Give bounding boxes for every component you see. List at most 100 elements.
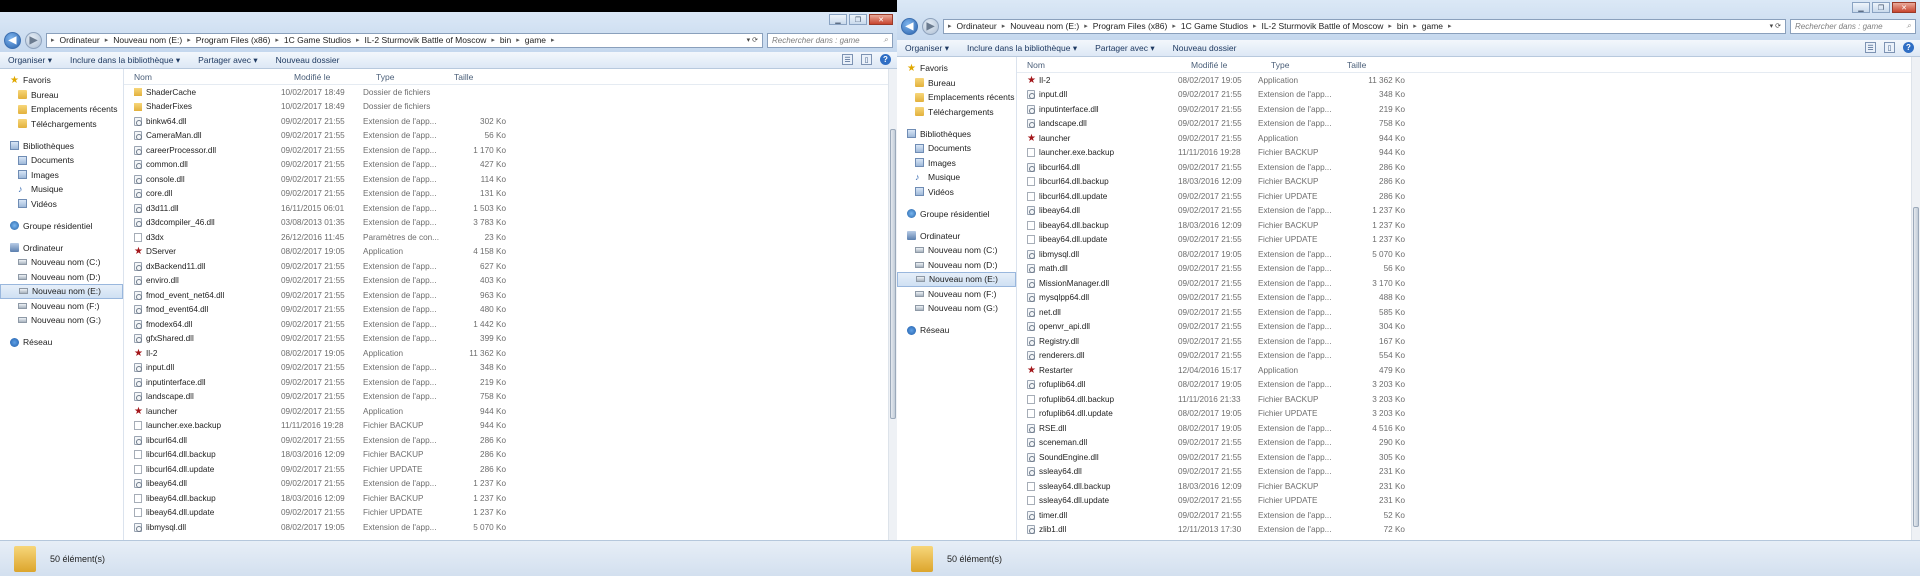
column-name[interactable]: Nom — [124, 72, 288, 82]
breadcrumb-drive[interactable]: Nouveau nom (E:) — [1010, 21, 1079, 31]
help-icon[interactable]: ? — [880, 54, 891, 65]
file-row[interactable]: inputinterface.dll 09/02/2017 21:55 Extens… — [124, 375, 897, 390]
back-button[interactable]: ◀ — [901, 17, 918, 35]
file-row[interactable]: net.dll 09/02/2017 21:55 Extension de l'ap… — [1017, 305, 1920, 320]
file-row[interactable]: libeay64.dll 09/02/2017 21:55 Extension de… — [1017, 204, 1920, 219]
column-date[interactable]: Modifié le — [288, 72, 370, 82]
file-row[interactable]: input.dll 09/02/2017 21:55 Extension de l'… — [124, 361, 897, 376]
file-row[interactable]: SoundEngine.dll 09/02/2017 21:55 Extension… — [1017, 450, 1920, 465]
file-row[interactable]: openvr_api.dll 09/02/2017 21:55 Extension … — [1017, 320, 1920, 335]
file-row[interactable]: libeay64.dll.update 09/02/2017 21:55 Fichi… — [124, 506, 897, 521]
breadcrumb-game[interactable]: game — [525, 35, 546, 45]
chevron-right-icon[interactable]: ▸ — [187, 36, 191, 44]
breadcrumb-game-title[interactable]: IL-2 Sturmovik Battle of Moscow — [1261, 21, 1383, 31]
nav-drive-e[interactable]: Nouveau nom (E:) — [897, 272, 1016, 287]
scrollbar-thumb[interactable] — [890, 129, 896, 419]
forward-button[interactable]: ▶ — [922, 17, 939, 35]
search-input[interactable]: Rechercher dans : game ⌕ — [767, 32, 893, 48]
file-row[interactable]: careerProcessor.dll 09/02/2017 21:55 Exten… — [124, 143, 897, 158]
column-date[interactable]: Modifié le — [1185, 60, 1265, 70]
file-row[interactable]: inputinterface.dll 09/02/2017 21:55 Extens… — [1017, 102, 1920, 117]
nav-drive-f[interactable]: Nouveau nom (F:) — [0, 299, 123, 314]
file-row[interactable]: rofuplib64.dll.backup 11/11/2016 21:33 Fic… — [1017, 392, 1920, 407]
nav-images[interactable]: Images — [0, 168, 123, 183]
search-input[interactable]: Rechercher dans : game ⌕ — [1790, 18, 1916, 34]
chevron-right-icon[interactable]: ▸ — [275, 36, 279, 44]
column-name[interactable]: Nom — [1017, 60, 1185, 70]
nav-documents[interactable]: Documents — [0, 153, 123, 168]
nav-recent[interactable]: Emplacements récents — [897, 90, 1016, 105]
nav-videos[interactable]: Vidéos — [897, 185, 1016, 200]
column-type[interactable]: Type — [370, 72, 448, 82]
file-row[interactable]: CameraMan.dll 09/02/2017 21:55 Extension d… — [124, 129, 897, 144]
file-row[interactable]: libcurl64.dll.backup 18/03/2016 12:09 Fich… — [1017, 175, 1920, 190]
file-row[interactable]: ssleay64.dll.update 09/02/2017 21:55 Fichi… — [1017, 494, 1920, 509]
column-size[interactable]: Taille — [448, 72, 520, 82]
chevron-right-icon[interactable]: ▸ — [356, 36, 360, 44]
file-row[interactable]: RSE.dll 08/02/2017 19:05 Extension de l'ap… — [1017, 421, 1920, 436]
breadcrumb-bin[interactable]: bin — [500, 35, 511, 45]
chevron-right-icon[interactable]: ▸ — [1084, 22, 1088, 30]
chevron-right-icon[interactable]: ▸ — [1388, 22, 1392, 30]
chevron-right-icon[interactable]: ▸ — [1448, 22, 1452, 30]
file-row[interactable]: enviro.dll 09/02/2017 21:55 Extension de l… — [124, 274, 897, 289]
share-menu[interactable]: Partager avec ▾ — [198, 55, 258, 66]
file-row[interactable]: libcurl64.dll.backup 18/03/2016 12:09 Fich… — [124, 448, 897, 463]
breadcrumb-game-title[interactable]: IL-2 Sturmovik Battle of Moscow — [364, 35, 486, 45]
file-row[interactable]: libmysql.dll 08/02/2017 19:05 Extension de… — [124, 520, 897, 535]
file-row[interactable]: binkw64.dll 09/02/2017 21:55 Extension de … — [124, 114, 897, 129]
file-row[interactable]: fmod_event_net64.dll 09/02/2017 21:55 Exte… — [124, 288, 897, 303]
nav-images[interactable]: Images — [897, 156, 1016, 171]
nav-libraries[interactable]: Bibliothèques — [0, 139, 123, 154]
file-row[interactable]: libcurl64.dll 09/02/2017 21:55 Extension d… — [1017, 160, 1920, 175]
preview-pane-icon[interactable]: ▯ — [861, 54, 872, 65]
breadcrumb-studio[interactable]: 1C Game Studios — [1181, 21, 1248, 31]
breadcrumb-game[interactable]: game — [1422, 21, 1443, 31]
breadcrumb-drive[interactable]: Nouveau nom (E:) — [113, 35, 182, 45]
minimize-button[interactable]: ▁ — [1852, 2, 1870, 13]
nav-drive-e[interactable]: Nouveau nom (E:) — [0, 284, 123, 299]
file-row[interactable]: launcher.exe.backup 11/11/2016 19:28 Fichi… — [1017, 146, 1920, 161]
new-folder-button[interactable]: Nouveau dossier — [276, 55, 340, 65]
breadcrumb-studio[interactable]: 1C Game Studios — [284, 35, 351, 45]
nav-drive-c[interactable]: Nouveau nom (C:) — [0, 255, 123, 270]
file-row[interactable]: libmysql.dll 08/02/2017 19:05 Extension de… — [1017, 247, 1920, 262]
file-row[interactable]: landscape.dll 09/02/2017 21:55 Extension d… — [1017, 117, 1920, 132]
view-options-icon[interactable]: ☰ — [842, 54, 853, 65]
file-row[interactable]: common.dll 09/02/2017 21:55 Extension de l… — [124, 158, 897, 173]
file-row[interactable]: libeay64.dll.backup 18/03/2016 12:09 Fichi… — [124, 491, 897, 506]
breadcrumb-computer[interactable]: Ordinateur — [60, 35, 100, 45]
nav-drive-g[interactable]: Nouveau nom (G:) — [897, 301, 1016, 316]
file-row[interactable]: ssleay64.dll.backup 18/03/2016 12:09 Fichi… — [1017, 479, 1920, 494]
chevron-right-icon[interactable]: ▸ — [491, 36, 495, 44]
file-row[interactable]: ★ DServer 08/02/2017 19:05 Application 4 158… — [124, 245, 897, 260]
address-bar[interactable]: ▸ Ordinateur ▸ Nouveau nom (E:) ▸ Program … — [943, 18, 1786, 34]
nav-favorites[interactable]: ★ Favoris — [0, 73, 123, 88]
maximize-button[interactable]: ❐ — [1872, 2, 1890, 13]
nav-drive-d[interactable]: Nouveau nom (D:) — [897, 258, 1016, 273]
file-row[interactable]: rofuplib64.dll 08/02/2017 19:05 Extension … — [1017, 378, 1920, 393]
file-row[interactable]: ssleay64.dll 09/02/2017 21:55 Extension de… — [1017, 465, 1920, 480]
breadcrumb-program-files[interactable]: Program Files (x86) — [196, 35, 271, 45]
file-row[interactable]: libeay64.dll.backup 18/03/2016 12:09 Fichi… — [1017, 218, 1920, 233]
back-button[interactable]: ◀ — [4, 31, 21, 49]
chevron-right-icon[interactable]: ▸ — [1253, 22, 1257, 30]
close-button[interactable]: ✕ — [1892, 2, 1916, 13]
file-row[interactable]: ★ launcher 09/02/2017 21:55 Application 944 … — [124, 404, 897, 419]
preview-pane-icon[interactable]: ▯ — [1884, 42, 1895, 53]
include-library-menu[interactable]: Inclure dans la bibliothèque ▾ — [967, 43, 1077, 54]
file-row[interactable]: rofuplib64.dll.update 08/02/2017 19:05 Fic… — [1017, 407, 1920, 422]
file-row[interactable]: launcher.exe.backup 11/11/2016 19:28 Fichi… — [124, 419, 897, 434]
nav-videos[interactable]: Vidéos — [0, 197, 123, 212]
chevron-right-icon[interactable]: ▸ — [1002, 22, 1006, 30]
view-options-icon[interactable]: ☰ — [1865, 42, 1876, 53]
file-row[interactable]: d3d11.dll 16/11/2015 06:01 Extension de l'… — [124, 201, 897, 216]
file-row[interactable]: libcurl64.dll.update 09/02/2017 21:55 Fich… — [1017, 189, 1920, 204]
file-row[interactable]: libeay64.dll 09/02/2017 21:55 Extension de… — [124, 477, 897, 492]
forward-button[interactable]: ▶ — [25, 31, 42, 49]
nav-drive-c[interactable]: Nouveau nom (C:) — [897, 243, 1016, 258]
nav-homegroup[interactable]: Groupe résidentiel — [897, 207, 1016, 222]
file-row[interactable]: ★ Il-2 08/02/2017 19:05 Application 11 362 K… — [124, 346, 897, 361]
nav-music[interactable]: ♪ Musique — [897, 170, 1016, 185]
file-row[interactable]: mysqlpp64.dll 09/02/2017 21:55 Extension d… — [1017, 291, 1920, 306]
